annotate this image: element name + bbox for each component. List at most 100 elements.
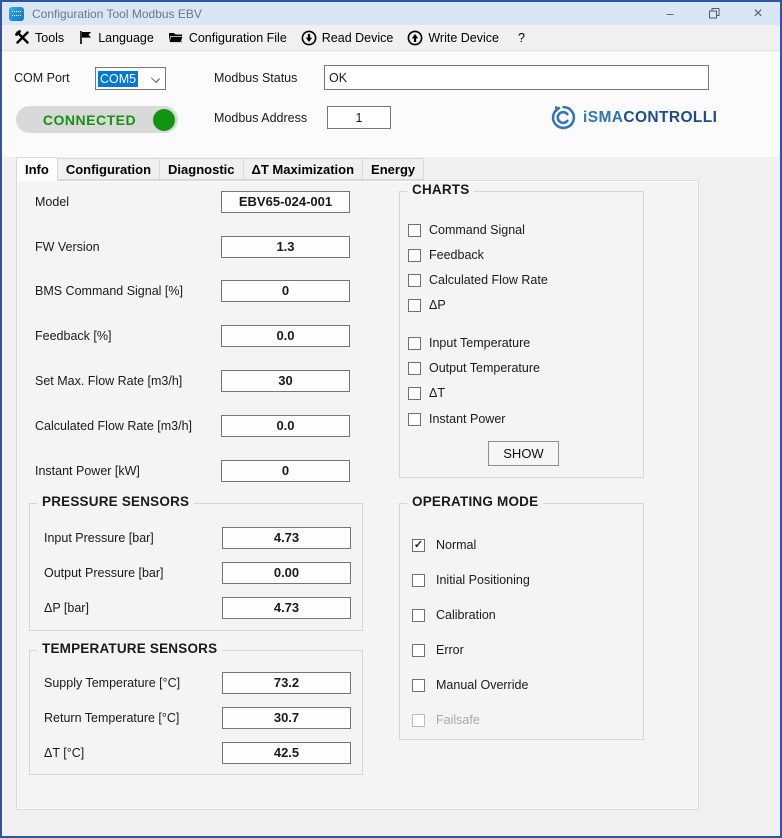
write-device-icon [407,30,423,46]
mode-checkbox-manual-override[interactable]: Manual Override [412,678,528,692]
field-label: ΔP [bar] [44,600,89,616]
menu-label: Tools [35,31,64,45]
com-port-label: COM Port [14,71,70,85]
checkbox-label: Error [436,643,464,657]
checkbox-label: Feedback [429,248,484,262]
read-device-icon [301,30,317,46]
field-label: Set Max. Flow Rate [m3/h] [35,373,182,389]
checkbox-label: Instant Power [429,412,505,426]
checkbox-label: ΔT [429,386,445,400]
modbus-address-field[interactable]: 1 [327,106,391,129]
checkbox-label: Manual Override [436,678,528,692]
output-pressure-value: 0.00 [222,562,351,584]
menu-help[interactable]: ? [510,25,536,50]
menu-read-device[interactable]: Read Device [298,25,405,50]
app-window: Configuration Tool Modbus EBV – × Tools [0,0,782,838]
modbus-status-field[interactable]: OK [324,65,709,90]
checkbox-icon [408,362,421,375]
field-label: FW Version [35,239,100,255]
fw-version-value: 1.3 [221,236,350,258]
checkbox-icon [412,679,425,692]
chart-checkbox-feedback[interactable]: Feedback [408,248,484,262]
checkbox-icon [408,224,421,237]
checkbox-icon [412,574,425,587]
connection-header: COM Port COM5 Modbus Status OK CONNECTED… [2,52,780,157]
restore-button[interactable] [692,2,736,25]
window-title: Configuration Tool Modbus EBV [32,7,202,21]
restore-icon [709,8,720,19]
menu-label: Configuration File [189,31,287,45]
chart-checkbox-command-signal[interactable]: Command Signal [408,223,525,237]
menu-configuration-file[interactable]: Configuration File [165,25,298,50]
bms-command-signal-value: 0 [221,280,350,302]
menu-write-device[interactable]: Write Device [404,25,510,50]
chart-checkbox-delta-t[interactable]: ΔT [408,386,445,400]
checkbox-icon [408,299,421,312]
chevron-down-icon [151,74,160,83]
modbus-status-label: Modbus Status [214,71,297,85]
checkbox-disabled-icon [412,714,425,727]
charts-title: CHARTS [407,182,474,197]
brand-logo: iSMACONTROLLI [550,104,717,131]
checkbox-label: Normal [436,538,476,552]
field-label: BMS Command Signal [%] [35,283,183,299]
mode-checkbox-failsafe: Failsafe [412,713,480,727]
minimize-button[interactable]: – [648,2,692,25]
checkbox-label: Initial Positioning [436,573,530,587]
menu-tools[interactable]: Tools [12,25,75,50]
brand-logo-text: iSMACONTROLLI [583,109,717,127]
tab-diagnostic[interactable]: Diagnostic [160,158,243,180]
folder-icon [168,30,184,45]
checkbox-icon [412,644,425,657]
chart-checkbox-calculated-flow-rate[interactable]: Calculated Flow Rate [408,273,548,287]
mode-checkbox-initial-positioning[interactable]: Initial Positioning [412,573,530,587]
menu-language[interactable]: Language [75,25,165,50]
mode-checkbox-normal[interactable]: ✓ Normal [412,538,476,552]
chart-checkbox-input-temperature[interactable]: Input Temperature [408,336,530,350]
checkbox-icon [408,337,421,350]
temperature-sensors-group: TEMPERATURE SENSORS Supply Temperature [… [29,650,363,775]
return-temperature-value: 30.7 [222,707,351,729]
delta-p-value: 4.73 [222,597,351,619]
modbus-address-label: Modbus Address [214,111,307,125]
mode-checkbox-calibration[interactable]: Calibration [412,608,496,622]
brand-part-2: CONTROLLI [623,109,717,126]
close-button[interactable]: × [736,2,780,25]
checkbox-label: Input Temperature [429,336,530,350]
tab-dt-maximization[interactable]: ΔT Maximization [244,158,364,180]
operating-mode-title: OPERATING MODE [407,494,543,509]
tab-energy[interactable]: Energy [363,158,424,180]
field-label: Supply Temperature [°C] [44,675,180,691]
checkbox-icon [408,387,421,400]
model-value: EBV65-024-001 [221,191,350,213]
chart-checkbox-output-temperature[interactable]: Output Temperature [408,361,540,375]
menu-label: Read Device [322,31,394,45]
show-button[interactable]: SHOW [488,441,559,466]
connection-status-dot [153,109,175,131]
checkbox-checked-icon: ✓ [412,539,425,552]
com-port-value: COM5 [98,71,138,87]
chart-checkbox-delta-p[interactable]: ΔP [408,298,446,312]
field-label: Model [35,194,69,210]
instant-power-value: 0 [221,460,350,482]
info-tab-page: Model EBV65-024-001 FW Version 1.3 BMS C… [16,180,699,810]
isma-controlli-icon [550,104,577,131]
field-label: ΔT [°C] [44,745,84,761]
com-port-select[interactable]: COM5 [95,67,166,90]
set-max-flow-rate-value: 30 [221,370,350,392]
language-flag-icon [78,30,93,45]
checkbox-label: Calculated Flow Rate [429,273,548,287]
field-label: Calculated Flow Rate [m3/h] [35,418,192,434]
input-pressure-value: 4.73 [222,527,351,549]
tab-strip: Info Configuration Diagnostic ΔT Maximiz… [16,157,424,180]
checkbox-icon [412,609,425,622]
connection-toggle[interactable]: CONNECTED [16,106,178,133]
menu-label: Write Device [428,31,499,45]
checkbox-icon [408,413,421,426]
chart-checkbox-instant-power[interactable]: Instant Power [408,412,505,426]
calculated-flow-rate-value: 0.0 [221,415,350,437]
mode-checkbox-error[interactable]: Error [412,643,464,657]
delta-t-value: 42.5 [222,742,351,764]
tab-configuration[interactable]: Configuration [58,158,160,180]
tab-info[interactable]: Info [16,157,58,181]
